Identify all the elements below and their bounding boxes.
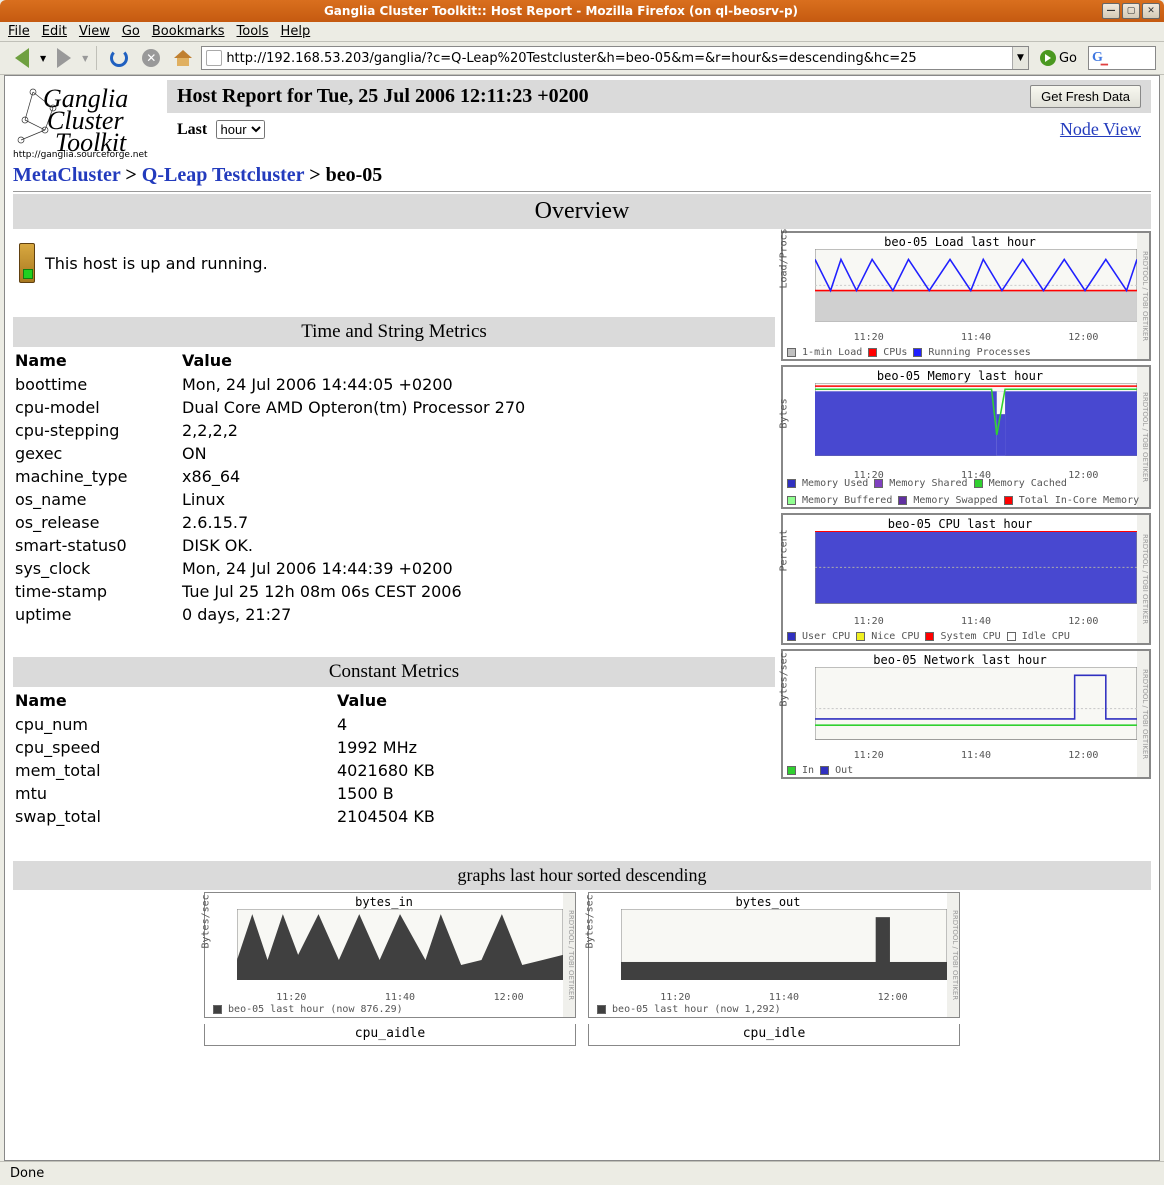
host-status: This host is up and running. xyxy=(45,254,268,283)
get-fresh-data-button[interactable]: Get Fresh Data xyxy=(1030,85,1141,108)
menu-file[interactable]: File xyxy=(8,24,30,39)
time-string-metrics-title: Time and String Metrics xyxy=(13,317,775,347)
content-area: Ganglia Cluster Toolkit http://ganglia.s… xyxy=(4,75,1160,1161)
host-icon xyxy=(13,235,41,283)
search-box[interactable]: G▁ xyxy=(1088,46,1156,70)
time-string-metrics-table: NameValue boottimeMon, 24 Jul 2006 14:44… xyxy=(13,347,775,627)
logo-url: http://ganglia.sourceforge.net xyxy=(13,150,148,160)
reload-icon xyxy=(110,49,128,67)
page-icon xyxy=(206,50,222,66)
c-value-header: Value xyxy=(337,689,773,712)
page-title: Host Report for Tue, 25 Jul 2006 12:11:2… xyxy=(177,85,589,108)
breadcrumb-host: beo-05 xyxy=(326,164,383,186)
ganglia-logo[interactable]: Ganglia Cluster Toolkit http://ganglia.s… xyxy=(13,80,167,162)
forward-arrow-icon xyxy=(57,48,71,68)
header-bar: Host Report for Tue, 25 Jul 2006 12:11:2… xyxy=(167,80,1151,113)
menu-edit[interactable]: Edit xyxy=(42,24,67,39)
back-arrow-icon xyxy=(15,48,29,68)
ts-value-header: Value xyxy=(182,349,773,372)
cpu-aidle-chart-title[interactable]: cpu_aidle xyxy=(204,1024,576,1046)
table-row: mtu1500 B xyxy=(15,783,773,804)
go-label: Go xyxy=(1059,51,1077,66)
minimize-button[interactable]: — xyxy=(1102,3,1120,19)
constant-metrics-table: NameValue cpu_num4 cpu_speed1992 MHz mem… xyxy=(13,687,775,829)
last-label: Last xyxy=(177,121,207,138)
menu-view[interactable]: View xyxy=(79,24,110,39)
menu-bookmarks[interactable]: Bookmarks xyxy=(152,24,225,39)
table-row: os_nameLinux xyxy=(15,489,773,510)
table-row: gexecON xyxy=(15,443,773,464)
url-dropdown-button[interactable]: ▼ xyxy=(1012,47,1028,69)
graphs-section-title: graphs last hour sorted descending xyxy=(13,861,1151,890)
table-row: boottimeMon, 24 Jul 2006 14:44:05 +0200 xyxy=(15,374,773,395)
table-row: mem_total4021680 KB xyxy=(15,760,773,781)
window-titlebar: Ganglia Cluster Toolkit:: Host Report - … xyxy=(0,0,1164,22)
bytes-in-chart[interactable]: bytes_in Bytes/sec RRDTOOL / TOBI OETIKE… xyxy=(204,892,576,1018)
table-row: cpu-modelDual Core AMD Opteron(tm) Proce… xyxy=(15,397,773,418)
table-row: cpu_num4 xyxy=(15,714,773,735)
network-chart[interactable]: beo-05 Network last hour Bytes/sec RRDTO… xyxy=(781,649,1151,779)
table-row: swap_total2104504 KB xyxy=(15,806,773,827)
url-input[interactable] xyxy=(226,51,1012,66)
table-row: cpu_speed1992 MHz xyxy=(15,737,773,758)
c-name-header: Name xyxy=(15,689,335,712)
constant-metrics-title: Constant Metrics xyxy=(13,657,775,687)
back-button[interactable] xyxy=(8,45,36,71)
go-button[interactable]: Go xyxy=(1033,46,1084,70)
url-bar[interactable]: ▼ xyxy=(201,46,1029,70)
window-title: Ganglia Cluster Toolkit:: Host Report - … xyxy=(22,4,1100,18)
table-row: sys_clockMon, 24 Jul 2006 14:44:39 +0200 xyxy=(15,558,773,579)
close-button[interactable]: ✕ xyxy=(1142,3,1160,19)
page-body: Ganglia Cluster Toolkit http://ganglia.s… xyxy=(5,76,1159,1160)
last-range-select[interactable]: hour xyxy=(216,120,265,139)
google-logo-icon: G▁ xyxy=(1092,50,1110,66)
cpu-idle-chart-title[interactable]: cpu_idle xyxy=(588,1024,960,1046)
stop-button[interactable]: ✕ xyxy=(137,45,165,71)
stop-icon: ✕ xyxy=(142,49,160,67)
breadcrumb: MetaCluster > Q-Leap Testcluster > beo-0… xyxy=(13,162,1151,189)
node-view-link[interactable]: Node View xyxy=(1060,119,1141,140)
home-icon xyxy=(174,50,192,66)
table-row: time-stampTue Jul 25 12h 08m 06s CEST 20… xyxy=(15,581,773,602)
table-row: smart-status0DISK OK. xyxy=(15,535,773,556)
bytes-out-chart[interactable]: bytes_out Bytes/sec RRDTOOL / TOBI OETIK… xyxy=(588,892,960,1018)
maximize-button[interactable]: ▢ xyxy=(1122,3,1140,19)
overview-title: Overview xyxy=(13,194,1151,229)
breadcrumb-meta[interactable]: MetaCluster xyxy=(13,164,120,186)
home-button[interactable] xyxy=(169,45,197,71)
table-row: machine_typex86_64 xyxy=(15,466,773,487)
status-bar: Done xyxy=(0,1161,1164,1185)
table-row: uptime0 days, 21:27 xyxy=(15,604,773,625)
load-chart[interactable]: beo-05 Load last hour Load/Procs RRDTOOL… xyxy=(781,231,1151,361)
toolbar: ▼ ▼ ✕ ▼ Go G▁ xyxy=(0,42,1164,75)
table-row: cpu-stepping2,2,2,2 xyxy=(15,420,773,441)
forward-button[interactable] xyxy=(50,45,78,71)
table-row: os_release2.6.15.7 xyxy=(15,512,773,533)
menu-help[interactable]: Help xyxy=(281,24,311,39)
menu-go[interactable]: Go xyxy=(122,24,140,39)
menubar: File Edit View Go Bookmarks Tools Help xyxy=(0,22,1164,42)
ts-name-header: Name xyxy=(15,349,180,372)
reload-button[interactable] xyxy=(105,45,133,71)
cpu-chart[interactable]: beo-05 CPU last hour Percent RRDTOOL / T… xyxy=(781,513,1151,645)
breadcrumb-cluster[interactable]: Q-Leap Testcluster xyxy=(142,164,304,186)
go-icon xyxy=(1040,50,1056,66)
memory-chart[interactable]: beo-05 Memory last hour Bytes RRDTOOL / … xyxy=(781,365,1151,509)
menu-tools[interactable]: Tools xyxy=(237,24,269,39)
